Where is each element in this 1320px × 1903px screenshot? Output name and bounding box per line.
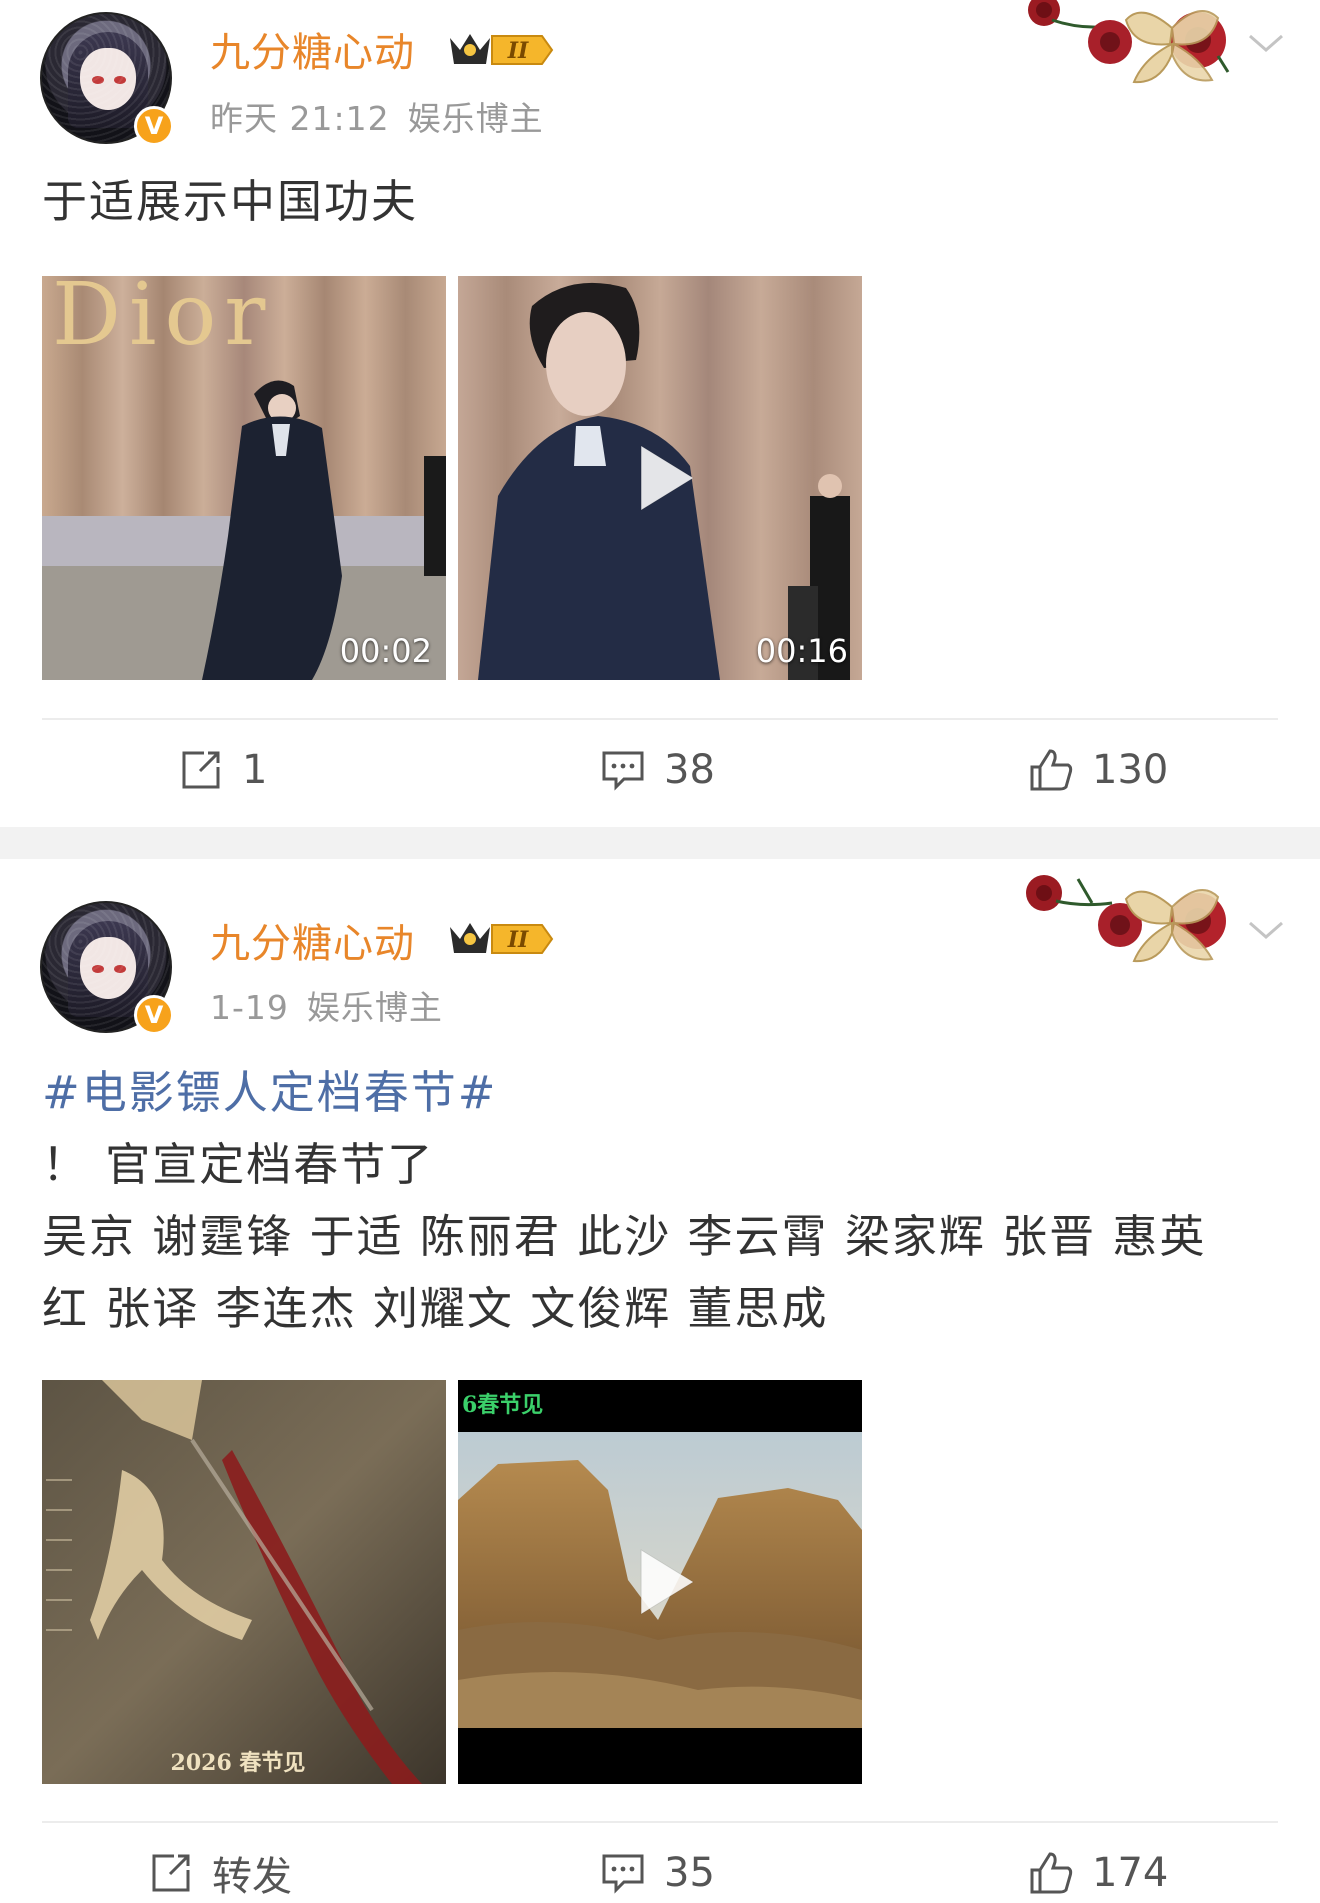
comment-icon — [602, 751, 644, 791]
level-text: II — [507, 38, 529, 64]
video-duration: 00:16 — [755, 632, 848, 670]
post-text-line: 吴京 谢霆锋 于适 陈丽君 此沙 李云霄 梁家辉 张晋 惠英 — [42, 1210, 1207, 1263]
svg-text:Dior: Dior — [52, 276, 273, 365]
post-time: 1-19 — [210, 988, 289, 1027]
video-thumbnail[interactable]: 6春节见 — [458, 1380, 862, 1784]
like-count: 130 — [1092, 747, 1169, 793]
member-crown-icon[interactable]: II — [444, 28, 556, 72]
author-name[interactable]: 九分糖心动 — [210, 911, 415, 969]
rose-butterfly-decoration-icon — [1028, 0, 1230, 84]
like-button[interactable]: 130 — [1028, 740, 1168, 800]
comment-icon — [602, 1854, 644, 1894]
post-text: 于适展示中国功夫 — [42, 166, 418, 238]
member-crown-icon[interactable]: II — [444, 917, 556, 961]
video-thumbnail[interactable]: Dior 00:02 — [42, 276, 446, 680]
video-frame-image: Dior — [42, 276, 446, 680]
play-icon[interactable] — [635, 1546, 697, 1618]
verified-badge: V — [134, 995, 174, 1035]
repost-count: 1 — [242, 747, 268, 793]
chevron-down-icon[interactable] — [1246, 919, 1286, 943]
post-text: #电影镖人定档春节# ！ 官宣定档春节了 吴京 谢霆锋 于适 陈丽君 此沙 李云… — [42, 1057, 1206, 1345]
thumbs-up-icon — [1030, 1852, 1073, 1894]
like-button[interactable]: 174 — [1028, 1843, 1168, 1903]
video-duration: 00:02 — [339, 632, 432, 670]
author-avatar[interactable]: V — [40, 901, 176, 1037]
post-category: 娱乐博主 — [306, 988, 443, 1027]
rose-butterfly-decoration-icon — [1026, 875, 1226, 963]
video-thumbnail[interactable]: 00:16 — [458, 276, 862, 680]
hashtag-link[interactable]: #电影镖人定档春节# — [42, 1057, 1206, 1129]
action-divider — [42, 1821, 1278, 1823]
repost-icon — [182, 751, 220, 789]
post-meta: 1-19 娱乐博主 — [210, 981, 443, 1029]
image-thumbnail[interactable]: 2026 春节见 — [42, 1380, 446, 1784]
like-count: 174 — [1092, 1850, 1169, 1896]
repost-label: 转发 — [212, 1854, 292, 1900]
comment-count: 35 — [664, 1850, 715, 1896]
repost-button[interactable]: 转发 — [148, 1843, 292, 1903]
action-divider — [42, 718, 1278, 720]
comment-button[interactable]: 35 — [600, 1843, 715, 1903]
post-text-line: ！ 官宣定档春节了 — [42, 1138, 435, 1191]
repost-button[interactable]: 1 — [178, 740, 267, 800]
chevron-down-icon[interactable] — [1246, 32, 1286, 56]
author-name[interactable]: 九分糖心动 — [210, 20, 415, 78]
poster-caption: 2026 春节见 — [171, 1750, 306, 1776]
author-avatar[interactable]: V — [40, 12, 176, 148]
repost-icon — [152, 1854, 190, 1892]
post-separator — [0, 827, 1320, 859]
post-meta: 昨天 21:12 娱乐博主 — [210, 92, 544, 140]
post-text-line: 红 张译 李连杰 刘耀文 文俊辉 董思成 — [42, 1282, 829, 1335]
comment-count: 38 — [664, 747, 715, 793]
movie-poster-image: 2026 春节见 — [42, 1380, 446, 1784]
comment-button[interactable]: 38 — [600, 740, 715, 800]
post-category: 娱乐博主 — [407, 99, 544, 138]
video-caption: 6春节见 — [462, 1392, 543, 1418]
weibo-post-1: V 九分糖心动 II 昨天 21:12 娱乐博主 于适展示中国功夫 Dior 0… — [0, 0, 1320, 827]
level-text: II — [507, 927, 529, 953]
thumbs-up-icon — [1030, 749, 1073, 791]
verified-badge: V — [134, 106, 174, 146]
weibo-post-2: V 九分糖心动 II 1-19 娱乐博主 #电影镖人定档春节# ！ 官宣定档春节了… — [0, 859, 1320, 1903]
play-icon[interactable] — [635, 442, 697, 514]
post-time: 昨天 21:12 — [210, 99, 390, 138]
post-text-line: 于适展示中国功夫 — [42, 175, 419, 228]
